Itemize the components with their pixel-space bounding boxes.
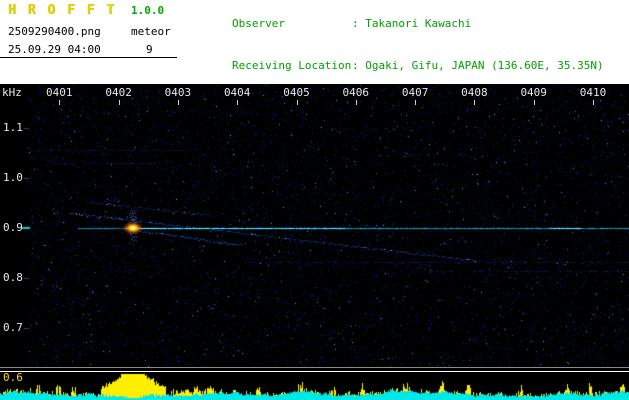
app-version: 1.0.0 [131, 4, 165, 17]
app-title: H R O F F T [8, 3, 117, 18]
signal-level-canvas [0, 373, 629, 400]
output-filename: 2509290400.png [8, 25, 101, 38]
info-value: Takanori Kawachi [365, 17, 472, 30]
info-label: Observer [231, 17, 285, 30]
info-label: Receiving Location [231, 59, 352, 72]
header: H R O F F T 1.0.0 2509290400.png meteor … [0, 0, 629, 156]
hrofft-output-image: H R O F F T 1.0.0 2509290400.png meteor … [0, 0, 629, 400]
info-row-location: Receiving Location: Ogaki, Gifu, JAPAN (… [179, 45, 604, 87]
level-panel-axis-line [0, 371, 629, 372]
meteor-count: 9 [146, 43, 153, 56]
freq-unit-label: kHz [2, 86, 22, 99]
info-row-observer: Observer: Takanori Kawachi [179, 3, 604, 45]
spectrogram-canvas [0, 84, 629, 367]
info-separator: : [351, 59, 366, 72]
header-divider-line [0, 57, 177, 58]
info-separator: : [351, 17, 366, 30]
mode-label: meteor [131, 25, 171, 38]
info-value: Ogaki, Gifu, JAPAN (136.60E, 35.35N) [365, 59, 604, 72]
level-panel-upper-border [0, 367, 629, 368]
record-datetime: 25.09.29 04:00 [8, 43, 101, 56]
